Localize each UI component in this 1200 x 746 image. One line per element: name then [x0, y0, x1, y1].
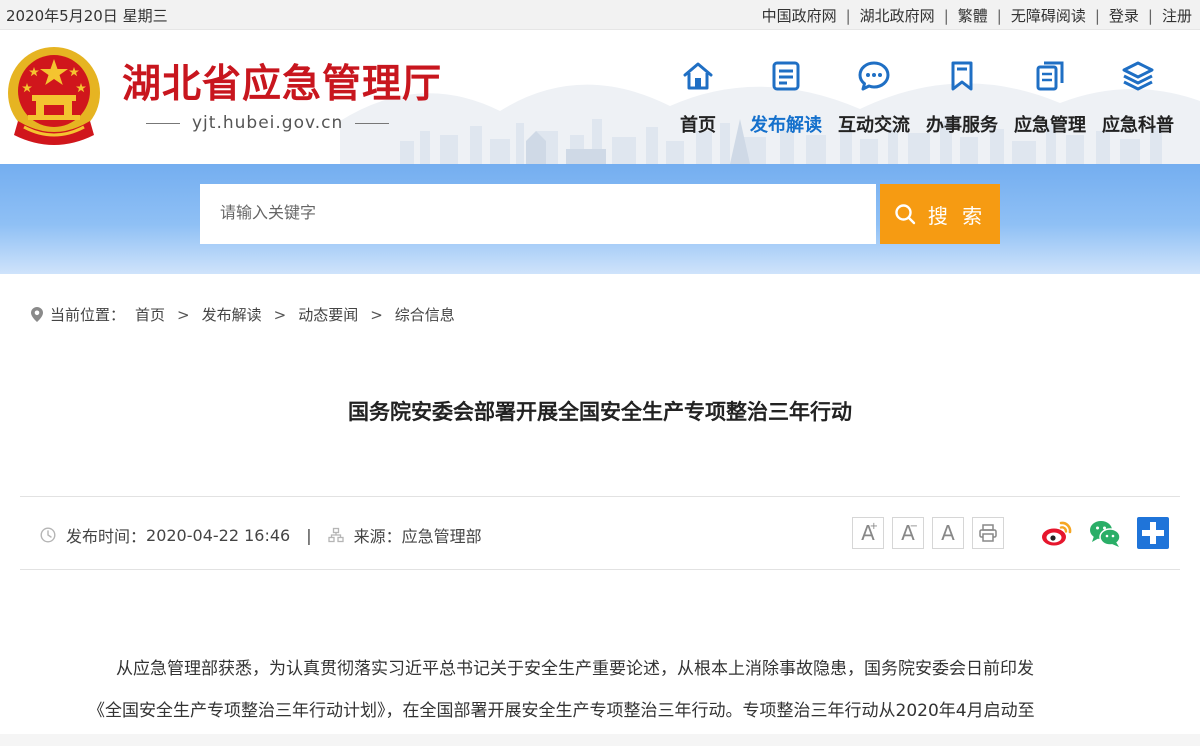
article-meta: 发布时间： 2020-04-22 16:46 | 来源： 应急管理部	[40, 523, 482, 547]
source-name: 应急管理部	[401, 527, 482, 546]
location-pin-icon	[31, 307, 43, 322]
top-links: 中国政府网 | 湖北政府网 | 繁體 | 无障碍阅读 | 登录 | 注册	[762, 5, 1192, 26]
layers-icon	[1122, 61, 1154, 91]
weibo-share-icon[interactable]	[1040, 516, 1074, 550]
minus-mark: −	[909, 521, 918, 532]
link-accessibility[interactable]: 无障碍阅读	[1011, 5, 1086, 26]
publish-time: 2020-04-22 16:46	[146, 525, 291, 545]
national-emblem-icon	[8, 47, 100, 145]
files-icon	[1036, 61, 1064, 91]
search-input[interactable]	[200, 184, 876, 244]
wechat-share-icon[interactable]	[1088, 516, 1122, 550]
more-share-icon[interactable]	[1136, 516, 1170, 550]
breadcrumb-separator: >	[177, 305, 190, 324]
font-default-button[interactable]: A	[932, 517, 964, 549]
breadcrumb: 当前位置： 首页 > 发布解读 > 动态要闻 > 综合信息	[30, 304, 455, 325]
separator: |	[996, 6, 1002, 25]
site-header: 湖北省应急管理厅 yjt.hubei.gov.cn 首页 发布解读 互动交流 办…	[0, 31, 1200, 164]
nav-label: 应急科普	[1102, 115, 1174, 136]
divider	[355, 122, 390, 124]
article-meta-bar: 发布时间： 2020-04-22 16:46 | 来源： 应急管理部 A + A −…	[20, 496, 1180, 570]
breadcrumb-release-interpretation[interactable]: 发布解读	[202, 304, 262, 325]
breadcrumb-separator: >	[273, 305, 287, 324]
article-title: 国务院安委会部署开展全国安全生产专项整治三年行动	[348, 400, 852, 424]
separator: |	[306, 525, 312, 545]
breadcrumb-separator: >	[370, 305, 383, 324]
link-gov-cn[interactable]: 中国政府网	[762, 5, 837, 26]
current-date: 2020年5月20日 星期三	[6, 7, 168, 25]
nav-label: 互动交流	[838, 115, 910, 136]
link-traditional-chinese[interactable]: 繁體	[958, 5, 988, 26]
nav-label: 首页	[680, 115, 716, 136]
separator: |	[943, 6, 949, 25]
nav-label: 发布解读	[750, 115, 822, 136]
top-utility-bar: 2020年5月20日 星期三 中国政府网 | 湖北政府网 | 繁體 | 无障碍阅…	[0, 0, 1200, 30]
font-increase-button[interactable]: A +	[852, 517, 884, 549]
font-decrease-button[interactable]: A −	[892, 517, 924, 549]
search-button[interactable]: 搜 索	[880, 184, 1000, 244]
article-paragraph-continued: 《全国安全生产专项整治三年行动计划》，在全国部署开展安全生产专项整治三年行动。专…	[88, 701, 1035, 721]
breadcrumb-prefix: 当前位置：	[50, 306, 126, 324]
source-label: 来源：	[353, 527, 402, 546]
site-domain: yjt.hubei.gov.cn	[146, 113, 390, 133]
chat-icon	[858, 61, 890, 91]
publish-time-label: 发布时间：	[66, 527, 147, 546]
search-band: 搜 索	[0, 164, 1200, 274]
breadcrumb-news[interactable]: 动态要闻	[298, 304, 358, 325]
breadcrumb-home[interactable]: 首页	[135, 304, 165, 325]
article-tools: A + A − A	[852, 516, 1170, 550]
article-body: 从应急管理部获悉，为认真贯彻落实习近平总书记关于安全生产重要论述，从根本上消除事…	[88, 648, 1098, 732]
link-login[interactable]: 登录	[1109, 5, 1139, 26]
nav-emergency-science[interactable]: 应急科普	[1094, 59, 1182, 137]
nav-emergency-management[interactable]: 应急管理	[1006, 59, 1094, 137]
print-button[interactable]	[972, 517, 1004, 549]
article-paragraph: 从应急管理部获悉，为认真贯彻落实习近平总书记关于安全生产重要论述，从根本上消除事…	[116, 659, 1034, 679]
breadcrumb-general-info[interactable]: 综合信息	[395, 304, 455, 325]
separator: |	[1147, 6, 1153, 25]
site-title: 湖北省应急管理厅	[122, 62, 443, 107]
separator: |	[845, 6, 851, 25]
link-hubei-gov[interactable]: 湖北政府网	[860, 5, 935, 26]
main-nav: 首页 发布解读 互动交流 办事服务 应急管理 应急科普	[654, 59, 1182, 137]
bookmark-icon	[951, 61, 973, 91]
nav-release-interpretation[interactable]: 发布解读	[742, 59, 830, 137]
nav-services[interactable]: 办事服务	[918, 59, 1006, 137]
nav-label: 办事服务	[926, 115, 998, 136]
nav-interaction[interactable]: 互动交流	[830, 59, 918, 137]
font-default-label: A	[941, 521, 955, 545]
search-icon	[895, 204, 916, 225]
home-icon	[683, 62, 713, 90]
domain-text: yjt.hubei.gov.cn	[192, 113, 344, 133]
document-icon	[772, 61, 800, 91]
separator: |	[1094, 6, 1100, 25]
clock-icon	[40, 527, 56, 543]
source-icon	[327, 527, 344, 543]
divider	[146, 122, 180, 124]
link-register[interactable]: 注册	[1162, 5, 1192, 26]
print-icon	[979, 524, 997, 542]
plus-mark: +	[869, 521, 878, 532]
nav-label: 应急管理	[1014, 115, 1086, 136]
bottom-strip	[0, 734, 1200, 746]
search-button-label: 搜 索	[927, 203, 987, 228]
nav-home[interactable]: 首页	[654, 59, 742, 137]
